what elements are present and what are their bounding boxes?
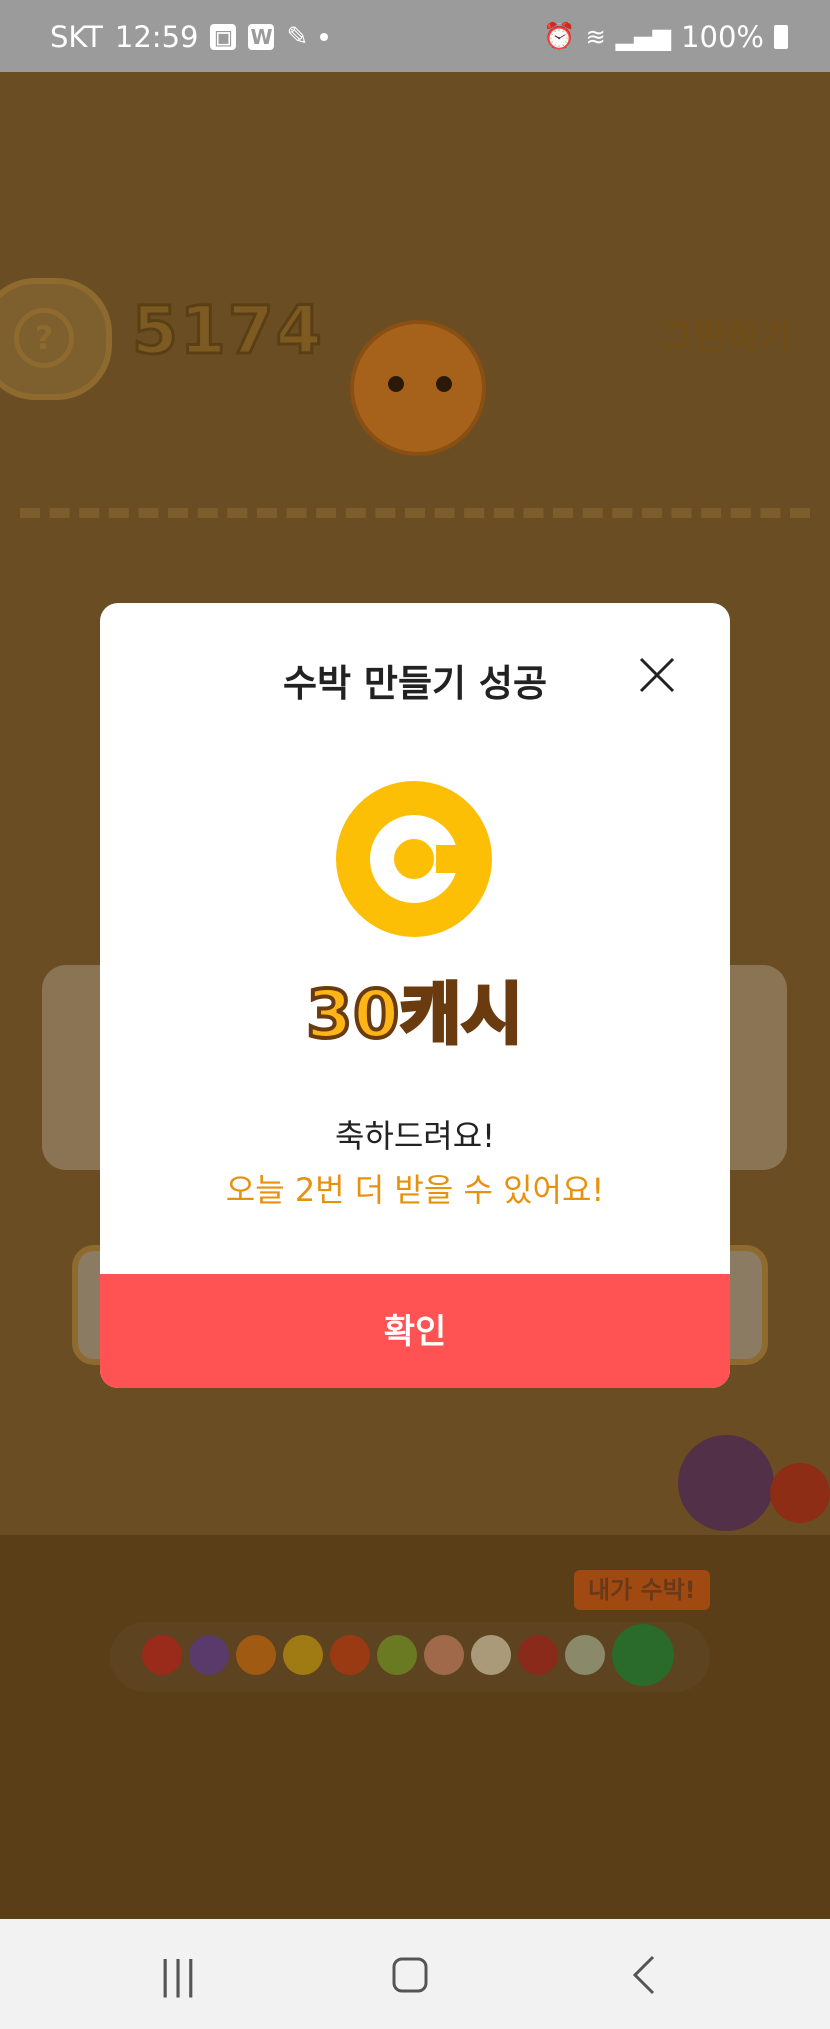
grape-fruit-icon	[678, 1435, 774, 1531]
signal-icon: ▂▄▆	[615, 23, 672, 51]
success-modal: 수박 만들기 성공 30캐시 축하드려요! 오늘 2번 더 받을 수 있어요! …	[100, 603, 730, 1388]
wifi-icon: ≋	[585, 23, 606, 51]
quit-button[interactable]: 그만하기	[660, 308, 792, 360]
remaining-count-message: 오늘 2번 더 받을 수 있어요!	[225, 1171, 605, 1209]
cash-coin-icon	[336, 781, 492, 937]
evolution-fruit-icon	[612, 1624, 674, 1686]
status-left: SKT 12:59 ▣ W ✎	[50, 20, 329, 54]
battery-icon	[774, 25, 788, 49]
w-app-notification-icon: W	[248, 24, 275, 50]
limit-line	[20, 508, 810, 518]
score-display: 5174	[131, 291, 324, 371]
congrats-message: 축하드려요!	[334, 1117, 496, 1155]
app-notification-icon: ✎	[286, 22, 309, 52]
reward-amount: 30캐시	[304, 974, 524, 1055]
evolution-fruit-icon	[236, 1635, 276, 1675]
evolution-tooltip: 내가 수박!	[574, 1570, 710, 1610]
alarm-icon: ⏰	[543, 22, 576, 52]
evolution-fruit-icon	[330, 1635, 370, 1675]
clock: 12:59	[114, 20, 199, 54]
orange-fruit-icon	[350, 320, 486, 456]
evolution-fruit-icon	[471, 1635, 511, 1675]
carrier-label: SKT	[50, 20, 103, 54]
confirm-button[interactable]: 확인	[100, 1274, 730, 1388]
close-icon[interactable]	[635, 653, 679, 697]
status-bar: SKT 12:59 ▣ W ✎ ⏰ ≋ ▂▄▆ 100%	[0, 0, 830, 72]
evolution-fruit-icon	[377, 1635, 417, 1675]
tomato-fruit-icon	[770, 1463, 830, 1523]
evolution-fruit-icon	[142, 1635, 182, 1675]
recent-apps-icon[interactable]: |||	[148, 1950, 208, 2000]
back-icon[interactable]	[614, 1950, 674, 2000]
evolution-fruit-icon	[518, 1635, 558, 1675]
home-icon[interactable]	[380, 1950, 440, 2000]
battery-level: 100%	[681, 20, 764, 54]
evolution-fruit-icon	[283, 1635, 323, 1675]
evolution-fruit-icon	[565, 1635, 605, 1675]
status-right: ⏰ ≋ ▂▄▆ 100%	[543, 20, 788, 54]
gallery-notification-icon: ▣	[210, 24, 237, 50]
evolution-fruit-icon	[424, 1635, 464, 1675]
evolution-fruit-icon	[189, 1635, 229, 1675]
help-icon: ?	[14, 308, 74, 368]
more-notifications-icon	[320, 33, 329, 41]
